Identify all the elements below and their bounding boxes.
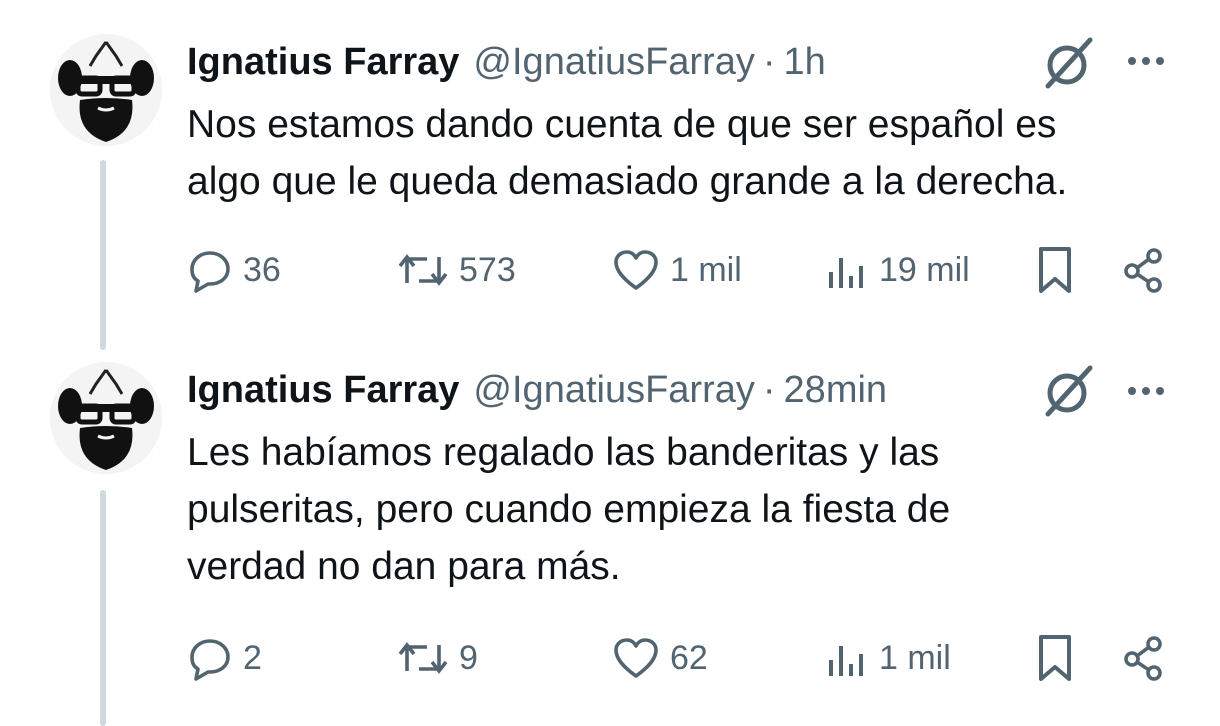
tweet-text-line: verdad no dan para más. <box>187 545 621 588</box>
more-icon[interactable] <box>1122 376 1170 406</box>
avatar[interactable] <box>50 362 162 474</box>
bookmark-icon <box>1039 635 1071 681</box>
tweet-header: Ignatius Farray @IgnatiusFarray · 1h <box>187 37 826 87</box>
tweet-text-line: Les habíamos regalado las banderitas y l… <box>187 431 940 474</box>
tweet-header: Ignatius Farray @IgnatiusFarray · 28min <box>187 365 887 415</box>
share-icon <box>1124 636 1162 681</box>
tweet-text-line: Nos estamos dando cuenta de que ser espa… <box>187 103 1057 146</box>
user-handle[interactable]: @IgnatiusFarray <box>473 41 754 84</box>
reply-icon <box>190 251 230 293</box>
separator: · <box>762 40 776 83</box>
like-count: 1 mil <box>670 250 742 289</box>
tweet[interactable]: Ignatius Farray @IgnatiusFarray · 28min … <box>0 340 1220 726</box>
reply-count: 36 <box>243 250 281 289</box>
share-icon <box>1124 248 1162 293</box>
heart-icon <box>614 250 658 290</box>
bookmark-button[interactable] <box>1033 628 1077 688</box>
tweet-text-line: algo que le queda demasiado grande a la … <box>187 160 1068 203</box>
like-count: 62 <box>670 638 708 677</box>
like-button[interactable]: 1 mil <box>612 240 742 300</box>
avatar[interactable] <box>50 34 162 146</box>
timestamp[interactable]: 28min <box>784 369 888 412</box>
reply-button[interactable]: 36 <box>187 240 281 300</box>
grok-icon[interactable] <box>1040 362 1098 420</box>
tweet-text: Nos estamos dando cuenta de que ser espa… <box>187 96 1177 210</box>
views-icon <box>829 258 863 288</box>
views-button[interactable]: 1 mil <box>825 628 951 688</box>
retweet-count: 573 <box>459 250 516 289</box>
display-name[interactable]: Ignatius Farray <box>187 369 459 412</box>
action-bar: 2 9 62 1 mil <box>187 628 1177 688</box>
retweet-button[interactable]: 9 <box>397 628 478 688</box>
retweet-button[interactable]: 573 <box>397 240 516 300</box>
views-count: 1 mil <box>879 638 951 677</box>
retweet-count: 9 <box>459 638 478 677</box>
avatar-image <box>50 362 162 474</box>
action-bar: 36 573 1 mil 19 mil <box>187 240 1177 300</box>
retweet-icon <box>398 254 448 286</box>
bookmark-button[interactable] <box>1033 240 1077 300</box>
separator: · <box>762 368 776 411</box>
more-icon[interactable] <box>1122 46 1170 76</box>
share-button[interactable] <box>1121 240 1167 300</box>
tweet-text-line: pulseritas, pero cuando empieza la fiest… <box>187 488 951 531</box>
timestamp[interactable]: 1h <box>784 41 826 84</box>
retweet-icon <box>398 642 448 674</box>
like-button[interactable]: 62 <box>612 628 708 688</box>
display-name[interactable]: Ignatius Farray <box>187 41 459 84</box>
user-handle[interactable]: @IgnatiusFarray <box>473 369 754 412</box>
grok-icon[interactable] <box>1040 34 1098 92</box>
views-icon <box>829 646 863 676</box>
share-button[interactable] <box>1121 628 1167 688</box>
tweet-text: Les habíamos regalado las banderitas y l… <box>187 424 1177 595</box>
tweet[interactable]: Ignatius Farray @IgnatiusFarray · 1h Nos… <box>0 0 1220 340</box>
bookmark-icon <box>1039 247 1071 293</box>
reply-button[interactable]: 2 <box>187 628 262 688</box>
reply-icon <box>190 639 230 681</box>
heart-icon <box>614 638 658 678</box>
reply-count: 2 <box>243 638 262 677</box>
views-count: 19 mil <box>879 250 970 289</box>
views-button[interactable]: 19 mil <box>825 240 970 300</box>
avatar-image <box>50 34 162 146</box>
